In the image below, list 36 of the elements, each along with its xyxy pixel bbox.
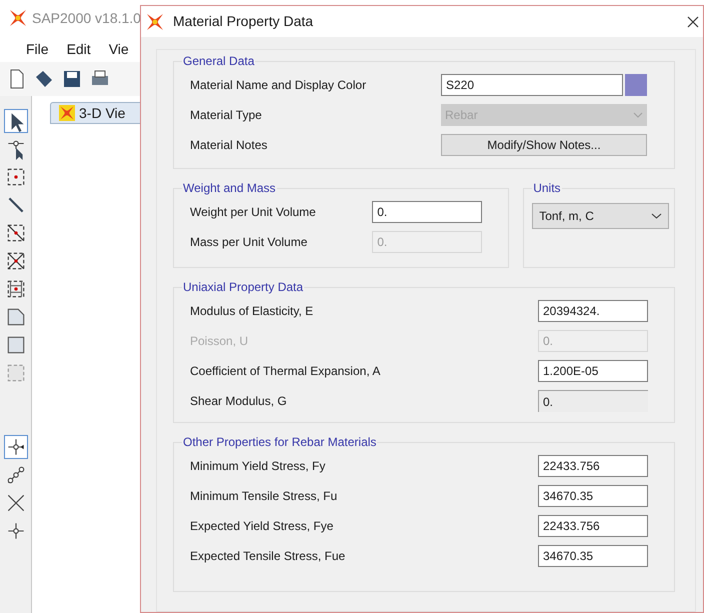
input-field[interactable]: 20394324.	[538, 300, 648, 322]
input-field[interactable]: 22433.756	[538, 515, 648, 537]
group-title: Units	[532, 180, 562, 197]
input-field: 0.	[538, 330, 648, 352]
field-label: Minimum Yield Stress, Fy	[190, 458, 326, 475]
field-label: Material Name and Display Color	[190, 77, 366, 94]
field-label: Expected Tensile Stress, Fue	[190, 548, 346, 565]
dialog-title: Material Property Data	[173, 12, 314, 31]
input-field[interactable]: S220	[441, 74, 623, 96]
menu-item[interactable]: Vie	[108, 38, 129, 60]
field-label: Coefficient of Thermal Expansion, A	[190, 363, 380, 380]
field-label: Expected Yield Stress, Fye	[190, 518, 334, 535]
input-field[interactable]: 1.200E-05	[538, 360, 648, 382]
menu-item[interactable]: File	[26, 38, 49, 60]
field-label: Weight per Unit Volume	[190, 204, 316, 221]
input-field[interactable]: 34670.35	[538, 545, 648, 567]
group-title: Uniaxial Property Data	[182, 279, 304, 296]
input-field: 0.	[372, 231, 482, 253]
input-field[interactable]: 34670.35	[538, 485, 648, 507]
group-title: Weight and Mass	[182, 180, 276, 197]
input-field[interactable]: 22433.756	[538, 455, 648, 477]
group-title: General Data	[182, 53, 256, 70]
field-label: Shear Modulus, G	[190, 393, 287, 410]
input-field[interactable]: 0.	[372, 201, 482, 223]
menu-item[interactable]: Edit	[66, 38, 91, 60]
field-label: Minimum Tensile Stress, Fu	[190, 488, 338, 505]
field-label: Material Notes	[190, 137, 268, 154]
field-label: Material Type	[190, 107, 262, 124]
notes-button[interactable]: Modify/Show Notes...	[441, 134, 647, 156]
app-title: SAP2000 v18.1.0	[32, 8, 141, 28]
field-label: Mass per Unit Volume	[190, 234, 308, 251]
units-dropdown[interactable]: Tonf, m, C	[532, 203, 670, 229]
group-title: Other Properties for Rebar Materials	[182, 434, 378, 451]
input-field: 0.	[538, 390, 648, 412]
field-label: Poisson, U	[190, 333, 248, 350]
field-label: Modulus of Elasticity, E	[190, 303, 314, 320]
